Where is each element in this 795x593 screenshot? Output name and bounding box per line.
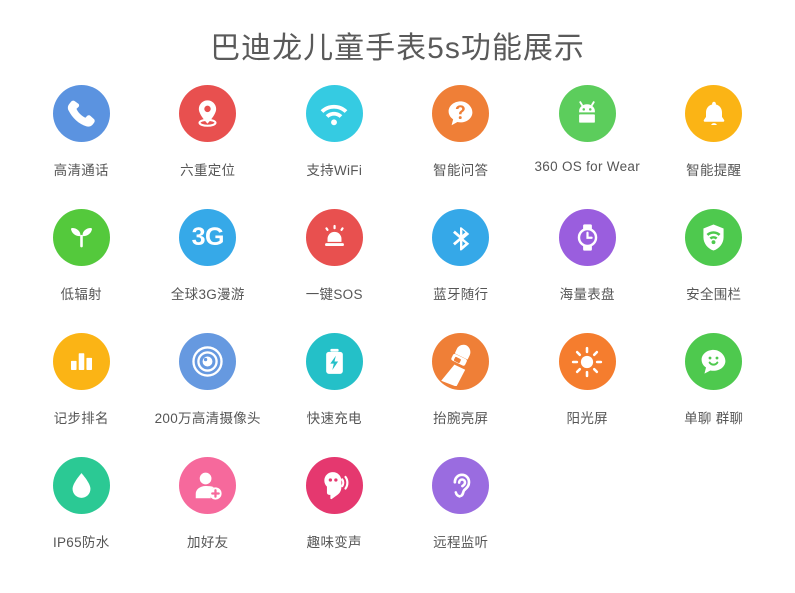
feature-item[interactable]: 抬腕亮屏: [398, 333, 525, 457]
feature-label: IP65防水: [52, 535, 110, 550]
feature-label: 360 OS for Wear: [534, 159, 641, 174]
sprout-icon[interactable]: [52, 209, 110, 266]
feature-item[interactable]: 记步排名: [18, 333, 145, 457]
feature-item[interactable]: 一键SOS: [271, 209, 398, 333]
wifi-icon[interactable]: [305, 85, 363, 142]
feature-item[interactable]: 快速充电: [271, 333, 398, 457]
feature-label: 单聊 群聊: [684, 411, 744, 426]
bluetooth-icon[interactable]: [432, 209, 490, 266]
feature-item[interactable]: 蓝牙随行: [398, 209, 525, 333]
battery-charge-icon[interactable]: [305, 333, 363, 390]
feature-item[interactable]: 智能提醒: [651, 85, 778, 209]
feature-item[interactable]: 趣味变声: [271, 457, 398, 581]
feature-label: 六重定位: [180, 163, 236, 178]
alarm-siren-icon[interactable]: [305, 209, 363, 266]
feature-label: 蓝牙随行: [433, 287, 489, 302]
feature-label: 高清通话: [53, 163, 109, 178]
feature-item[interactable]: 远程监听: [398, 457, 525, 581]
feature-item[interactable]: 3G 全球3G漫游: [145, 209, 272, 333]
feature-label: 全球3G漫游: [170, 287, 245, 302]
watch-face-icon[interactable]: [558, 209, 616, 266]
feature-label: 一键SOS: [305, 287, 363, 302]
feature-item[interactable]: 200万高清摄像头: [145, 333, 272, 457]
feature-item[interactable]: 海量表盘: [524, 209, 651, 333]
sun-icon[interactable]: [558, 333, 616, 390]
feature-item[interactable]: 阳光屏: [524, 333, 651, 457]
question-bubble-icon[interactable]: [432, 85, 490, 142]
ear-listen-icon[interactable]: [432, 457, 490, 514]
android-robot-icon[interactable]: [558, 85, 616, 142]
feature-label: 阳光屏: [566, 411, 608, 426]
shield-wifi-icon[interactable]: [685, 209, 743, 266]
feature-item[interactable]: 单聊 群聊: [651, 333, 778, 457]
feature-label: 海量表盘: [559, 287, 615, 302]
location-pin-icon[interactable]: [179, 85, 237, 142]
bell-icon[interactable]: [685, 85, 743, 142]
feature-label: 快速充电: [306, 411, 362, 426]
raise-wrist-icon[interactable]: [432, 333, 490, 390]
feature-item[interactable]: 安全围栏: [651, 209, 778, 333]
feature-label: 加好友: [187, 535, 229, 550]
feature-label: 200万高清摄像头: [154, 411, 261, 426]
feature-item[interactable]: IP65防水: [18, 457, 145, 581]
feature-item[interactable]: 加好友: [145, 457, 272, 581]
feature-label: 智能提醒: [686, 163, 742, 178]
feature-label: 支持WiFi: [306, 163, 363, 178]
page-title: 巴迪龙儿童手表5s功能展示: [210, 32, 585, 65]
camera-lens-icon[interactable]: [179, 333, 237, 390]
feature-item[interactable]: 高清通话: [18, 85, 145, 209]
bar-chart-icon[interactable]: [52, 333, 110, 390]
feature-grid: 高清通话 六重定位 支持WiFi 智能问答 360 OS for Wear 智能提醒低辐射…: [0, 85, 795, 581]
chat-smiley-icon[interactable]: [685, 333, 743, 390]
phone-icon[interactable]: [52, 85, 110, 142]
water-drop-icon[interactable]: [52, 457, 110, 514]
feature-label: 趣味变声: [306, 535, 362, 550]
feature-label: 抬腕亮屏: [433, 411, 489, 426]
3g-label: 3G: [191, 223, 225, 251]
feature-label: 智能问答: [433, 163, 489, 178]
add-friend-icon[interactable]: [179, 457, 237, 514]
voice-change-icon[interactable]: [305, 457, 363, 514]
3g-text-icon[interactable]: 3G: [179, 209, 237, 266]
feature-label: 低辐射: [60, 287, 102, 302]
feature-label: 记步排名: [53, 411, 109, 426]
feature-item[interactable]: 支持WiFi: [271, 85, 398, 209]
feature-item[interactable]: 智能问答: [398, 85, 525, 209]
feature-label: 远程监听: [433, 535, 489, 550]
feature-item[interactable]: 低辐射: [18, 209, 145, 333]
feature-label: 安全围栏: [686, 287, 742, 302]
feature-item[interactable]: 六重定位: [145, 85, 272, 209]
feature-item[interactable]: 360 OS for Wear: [524, 85, 651, 209]
